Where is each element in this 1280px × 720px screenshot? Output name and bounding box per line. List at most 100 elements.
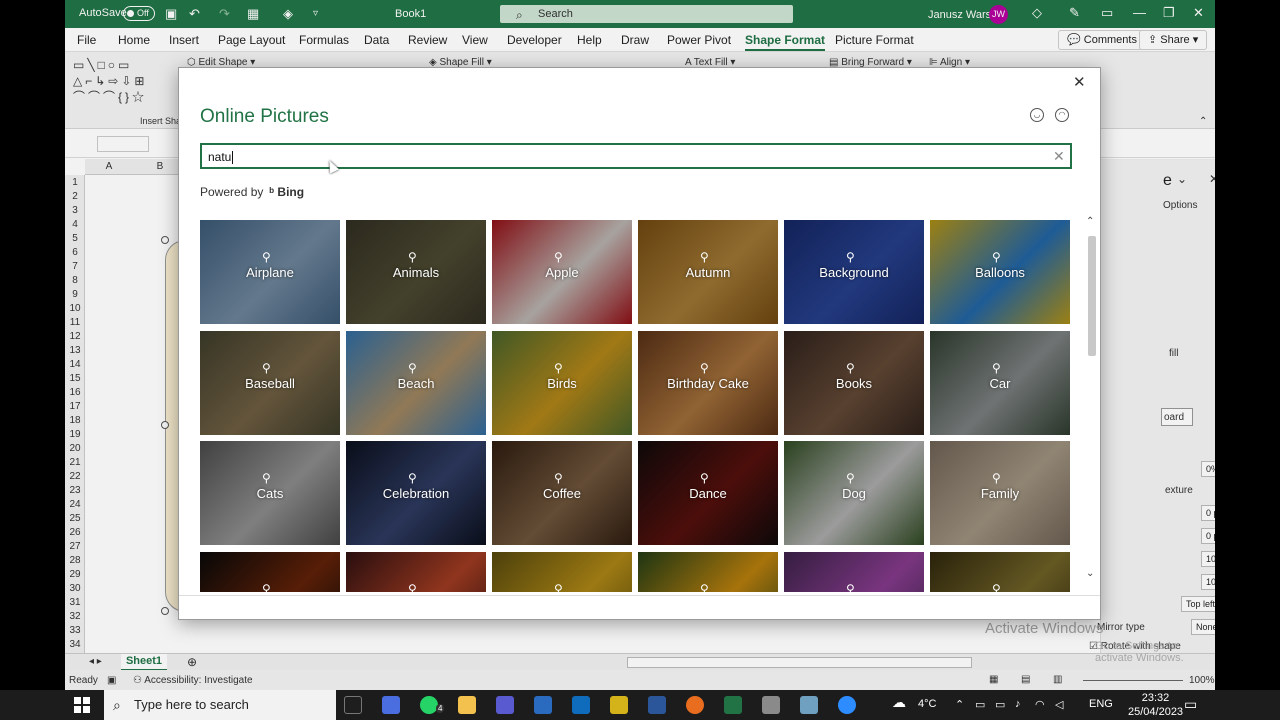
magnifier-icon: ⚲ — [554, 360, 563, 375]
outlook-icon[interactable] — [572, 696, 590, 714]
magnifier-icon: ⚲ — [846, 581, 855, 593]
category-tile[interactable]: ⚲ Car — [930, 330, 1070, 435]
weather-temp[interactable]: 4°C — [918, 698, 936, 710]
wifi-icon[interactable]: ◠ — [1035, 698, 1045, 711]
magnifier-icon: ⚲ — [262, 250, 271, 264]
tile-label: Background — [819, 265, 889, 280]
vertical-scrollbar[interactable]: ⌃ ⌄ — [1086, 216, 1098, 586]
category-tile[interactable]: ⚲ Animals — [346, 220, 486, 324]
category-tile[interactable]: ⚲ — [784, 551, 924, 593]
dialog-divider — [179, 595, 1100, 596]
whatsapp-badge: 4 — [436, 704, 445, 713]
category-tile[interactable]: ⚲ Celebration — [346, 441, 486, 545]
sticky-notes-icon[interactable] — [610, 696, 628, 714]
category-tile[interactable]: ⚲ — [200, 551, 340, 592]
category-tile[interactable]: ⚲ Balloons — [930, 220, 1070, 324]
zoom-icon[interactable] — [838, 696, 856, 714]
category-tile[interactable]: ⚲ — [638, 551, 778, 592]
category-tile[interactable]: ⚲ Dance — [638, 441, 778, 545]
magnifier-icon: ⚲ — [408, 360, 417, 375]
scroll-thumb[interactable] — [1088, 236, 1096, 356]
powered-by: Powered by ᵇ Bing — [200, 185, 304, 199]
tile-label: Celebration — [382, 486, 450, 501]
notifications-icon[interactable]: ▭ — [1184, 696, 1197, 713]
magnifier-icon: ⚲ — [992, 581, 1001, 593]
category-tile[interactable]: ⚲ — [492, 551, 632, 592]
magnifier-icon: ⚲ — [700, 250, 709, 264]
excel-icon[interactable] — [724, 696, 742, 714]
scroll-up-icon[interactable]: ⌃ — [1086, 216, 1094, 227]
magnifier-icon: ⚲ — [408, 250, 417, 264]
category-tile[interactable]: ⚲ Birthday Cake — [638, 330, 778, 435]
category-tile[interactable]: ⚲ Cats — [200, 441, 340, 545]
right-letterbox — [1215, 0, 1280, 690]
taskbar: ⌕ Type here to search 4 ☁ 4°C ⌃ ▭ ▭ ♪ ◠ … — [0, 690, 1280, 720]
dialog-title: Online Pictures — [200, 106, 329, 127]
category-tile[interactable]: ⚲ Coffee — [492, 441, 632, 545]
microphone-icon[interactable]: ♪ — [1015, 698, 1021, 710]
tile-label: Coffee — [542, 486, 582, 501]
category-tile[interactable]: ⚲ Dog — [784, 441, 924, 545]
tile-label: Baseball — [245, 375, 295, 391]
category-tile[interactable]: ⚲ — [346, 551, 486, 593]
firefox-icon[interactable] — [686, 696, 704, 714]
file-explorer-icon[interactable] — [458, 696, 476, 714]
powered-by-label: Powered by — [200, 185, 264, 199]
tile-label: Family — [980, 486, 1020, 501]
magnifier-icon: ⚲ — [408, 471, 417, 485]
category-tile[interactable]: ⚲ — [930, 551, 1070, 593]
notes-icon[interactable] — [800, 696, 818, 714]
left-letterbox — [0, 0, 65, 690]
category-tile[interactable]: ⚲ Background — [784, 220, 924, 324]
windows-start-icon[interactable] — [74, 697, 90, 713]
category-tile[interactable]: ⚲ Books — [784, 330, 924, 435]
smile-feedback-icon[interactable]: ◡ — [1030, 108, 1044, 122]
language-indicator[interactable]: ENG — [1089, 698, 1113, 710]
search-input-value: natu — [208, 150, 232, 164]
tile-label: Books — [835, 375, 873, 391]
clock-time: 23:32 — [1141, 692, 1170, 704]
network-icon[interactable]: ▭ — [975, 698, 985, 711]
tile-label: Beach — [397, 375, 435, 391]
tile-label: Birthday Cake — [667, 375, 749, 391]
category-tile[interactable]: ⚲ Airplane — [200, 220, 340, 324]
weather-icon[interactable]: ☁ — [892, 694, 906, 711]
monitor-icon[interactable]: ▭ — [995, 698, 1005, 711]
bing-label: Bing — [277, 185, 305, 199]
category-tile[interactable]: ⚲ Family — [930, 441, 1070, 545]
search-icon: ⌕ — [113, 697, 121, 713]
magnifier-icon: ⚲ — [846, 471, 855, 485]
scroll-down-icon[interactable]: ⌄ — [1086, 568, 1094, 579]
tile-label: Car — [989, 375, 1011, 391]
weather-app-icon[interactable] — [762, 696, 780, 714]
taskbar-search[interactable]: ⌕ Type here to search — [104, 690, 336, 720]
tile-label: Dance — [689, 486, 727, 501]
password-manager-icon[interactable] — [496, 696, 514, 714]
category-tile[interactable]: ⚲ Apple — [492, 220, 632, 324]
tray-arrow-icon[interactable]: ⌃ — [955, 698, 964, 711]
magnifier-icon: ⚲ — [408, 581, 417, 593]
category-tile[interactable]: ⚲ Baseball — [200, 330, 340, 435]
remote-desktop-icon[interactable] — [534, 696, 552, 714]
volume-icon[interactable]: ◁ — [1055, 698, 1063, 711]
magnifier-icon: ⚲ — [700, 471, 709, 485]
task-view-icon[interactable] — [344, 696, 362, 714]
category-tile[interactable]: ⚲ Beach — [346, 330, 486, 435]
category-tile[interactable]: ⚲ Birds — [492, 330, 632, 435]
magnifier-icon: ⚲ — [262, 360, 271, 375]
frown-feedback-icon[interactable]: ◠ — [1055, 108, 1069, 122]
category-tile[interactable]: ⚲ Autumn — [638, 220, 778, 324]
tile-label: Cats — [256, 486, 284, 501]
magnifier-icon: ⚲ — [992, 360, 1001, 375]
clear-search-icon[interactable]: ✕ — [1053, 148, 1065, 165]
close-icon[interactable]: ✕ — [1073, 73, 1086, 91]
tile-label: Apple — [545, 265, 579, 280]
tile-label: Autumn — [685, 265, 731, 280]
magnifier-icon: ⚲ — [992, 250, 1001, 264]
app-icon[interactable] — [382, 696, 400, 714]
clock[interactable]: 23:32 25/04/2023 — [1128, 691, 1183, 719]
tile-label: Airplane — [246, 265, 294, 280]
word-icon[interactable] — [648, 696, 666, 714]
tile-label: Dog — [842, 486, 866, 501]
whatsapp-icon[interactable] — [420, 696, 438, 714]
